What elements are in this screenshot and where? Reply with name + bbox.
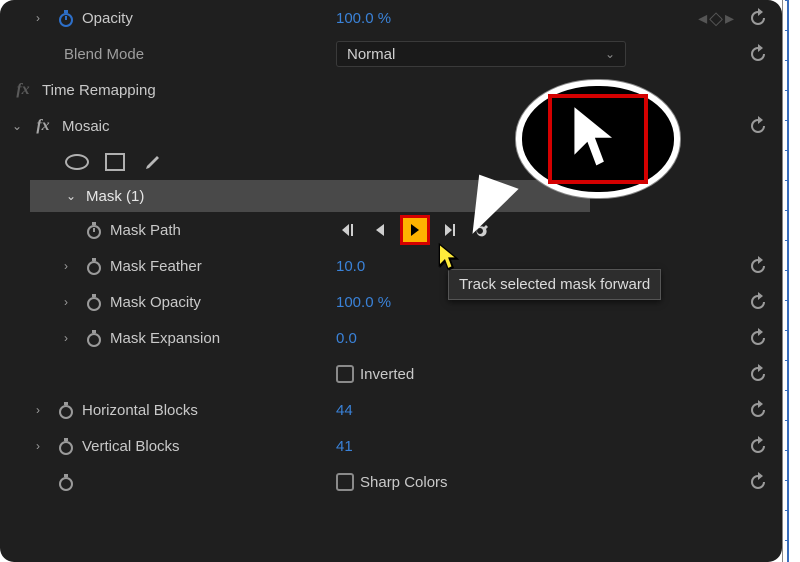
opacity-value[interactable]: 100.0 % (336, 10, 391, 27)
sharp-colors-checkbox[interactable] (336, 473, 354, 491)
inverted-checkbox[interactable] (336, 365, 354, 383)
inverted-label: Inverted (360, 366, 414, 383)
reset-button[interactable] (746, 108, 770, 144)
mask-inverted-row: Inverted (0, 356, 782, 392)
chevron-right-icon[interactable]: › (64, 259, 78, 273)
reset-button[interactable] (746, 36, 770, 72)
mask-feather-value[interactable]: 10.0 (336, 258, 365, 275)
reset-button[interactable] (746, 284, 770, 320)
stopwatch-icon[interactable] (56, 8, 76, 28)
vertical-blocks-label: Vertical Blocks (82, 438, 180, 455)
callout-highlight (548, 94, 648, 184)
mask-opacity-value[interactable]: 100.0 % (336, 294, 391, 311)
mask-feather-label: Mask Feather (110, 258, 202, 275)
sharp-colors-label: Sharp Colors (360, 474, 448, 491)
mask-path-label: Mask Path (110, 222, 181, 239)
vertical-blocks-row: › Vertical Blocks 41 (0, 428, 782, 464)
track-forward-button[interactable] (400, 215, 430, 245)
chevron-right-icon[interactable]: › (36, 11, 50, 25)
reset-button[interactable] (746, 320, 770, 356)
mask-expansion-value[interactable]: 0.0 (336, 330, 357, 347)
chevron-right-icon[interactable]: › (36, 403, 50, 417)
vertical-blocks-value[interactable]: 41 (336, 438, 353, 455)
callout-bubble (516, 80, 680, 198)
mask-opacity-label: Mask Opacity (110, 294, 201, 311)
stopwatch-icon[interactable] (56, 400, 76, 420)
stopwatch-icon[interactable] (84, 256, 104, 276)
rectangle-mask-button[interactable] (102, 151, 128, 173)
stopwatch-icon[interactable] (84, 292, 104, 312)
opacity-label: Opacity (82, 10, 133, 27)
track-backward-button[interactable] (368, 218, 394, 242)
blend-mode-select[interactable]: Normal ⌄ (336, 41, 626, 67)
chevron-right-icon[interactable]: › (36, 439, 50, 453)
horizontal-blocks-row: › Horizontal Blocks 44 (0, 392, 782, 428)
opacity-row: › Opacity 100.0 % ◂◇▸ (0, 0, 782, 36)
track-forward-one-frame-button[interactable] (436, 218, 462, 242)
reset-button[interactable] (746, 428, 770, 464)
chevron-down-icon[interactable]: ⌄ (66, 189, 80, 203)
stopwatch-icon[interactable] (56, 472, 76, 492)
mosaic-label: Mosaic (62, 118, 110, 135)
horizontal-blocks-value[interactable]: 44 (336, 402, 353, 419)
chevron-down-icon[interactable]: ⌄ (12, 119, 26, 133)
mask-expansion-row: › Mask Expansion 0.0 (0, 320, 782, 356)
fx-badge-icon: fx (12, 81, 34, 99)
chevron-down-icon: ⌄ (605, 47, 615, 61)
reset-button[interactable] (746, 356, 770, 392)
pen-mask-button[interactable] (140, 151, 166, 173)
tooltip-text: Track selected mask forward (459, 276, 650, 293)
chevron-right-icon[interactable]: › (64, 295, 78, 309)
time-remapping-row[interactable]: fx Time Remapping (0, 72, 782, 108)
timeline-ruler (782, 0, 800, 562)
reset-button[interactable] (746, 392, 770, 428)
keyframe-nav[interactable]: ◂◇▸ (698, 0, 734, 36)
stopwatch-icon[interactable] (84, 220, 104, 240)
sharp-colors-row: › Sharp Colors (0, 464, 782, 500)
blend-mode-row: Blend Mode Normal ⌄ (0, 36, 782, 72)
mask-path-row: Mask Path (0, 212, 782, 248)
track-backward-one-frame-button[interactable] (336, 218, 362, 242)
blend-mode-value: Normal (347, 46, 395, 63)
reset-button[interactable] (746, 0, 770, 36)
chevron-right-icon[interactable]: › (64, 331, 78, 345)
time-remapping-label: Time Remapping (42, 82, 156, 99)
effect-controls-panel: › Opacity 100.0 % ◂◇▸ Blend Mode Normal … (0, 0, 782, 562)
cursor-icon (563, 97, 633, 181)
reset-button[interactable] (746, 248, 770, 284)
stopwatch-icon[interactable] (84, 328, 104, 348)
reset-button[interactable] (746, 464, 770, 500)
fx-badge-icon: fx (32, 117, 54, 135)
stopwatch-icon[interactable] (56, 436, 76, 456)
mask-feather-row: › Mask Feather 10.0 (0, 248, 782, 284)
tooltip: Track selected mask forward (448, 269, 661, 300)
mask-expansion-label: Mask Expansion (110, 330, 220, 347)
mask-label: Mask (1) (86, 188, 144, 205)
mask-opacity-row: › Mask Opacity 100.0 % (0, 284, 782, 320)
blend-mode-label: Blend Mode (64, 46, 144, 63)
horizontal-blocks-label: Horizontal Blocks (82, 402, 198, 419)
ellipse-mask-button[interactable] (64, 151, 90, 173)
